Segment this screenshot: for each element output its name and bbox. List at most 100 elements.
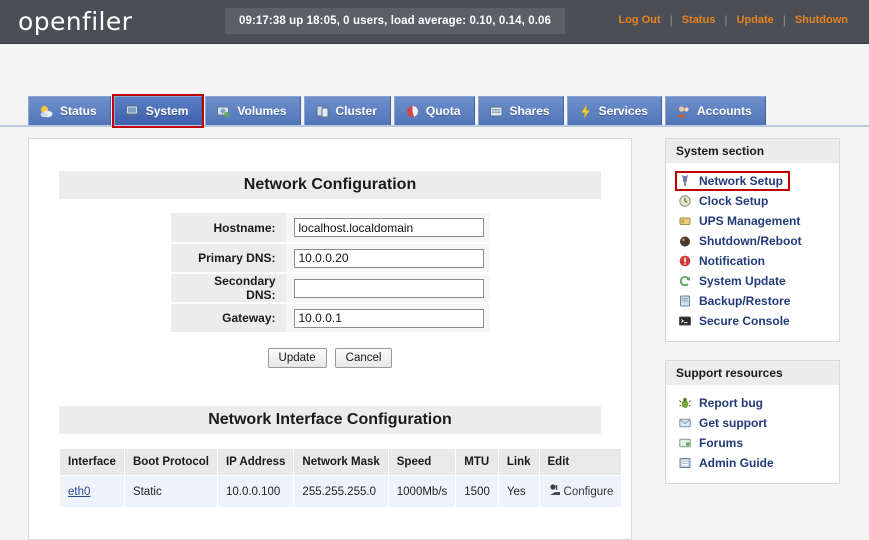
gateway-input[interactable] bbox=[293, 308, 484, 328]
shutdown-link[interactable]: Shutdown bbox=[786, 14, 857, 26]
sidebar-item-forums[interactable]: Forums bbox=[666, 433, 839, 453]
cell-network-mask: 255.255.255.0 bbox=[293, 475, 389, 508]
tab-quota[interactable]: Quota bbox=[393, 96, 475, 125]
plug-icon bbox=[678, 174, 692, 188]
column-link: Link bbox=[497, 448, 540, 476]
hostname-input[interactable] bbox=[293, 218, 484, 237]
bolt-icon bbox=[578, 104, 593, 119]
tab-label: Cluster bbox=[335, 104, 377, 118]
form-row: Gateway: bbox=[170, 303, 490, 334]
system-section-title: System section bbox=[666, 139, 839, 163]
sidebar-item-label: Secure Console bbox=[699, 314, 790, 328]
sidebar-item-label: UPS Management bbox=[699, 214, 801, 228]
cancel-button[interactable]: Cancel bbox=[334, 348, 393, 368]
sidebar-item-label: System Update bbox=[699, 274, 786, 288]
tab-accounts[interactable]: Accounts bbox=[664, 96, 766, 125]
tab-status[interactable]: Status bbox=[28, 96, 111, 125]
column-boot-protocol: Boot Protocol bbox=[123, 448, 218, 476]
monitor-icon bbox=[125, 104, 140, 119]
form-row: Secondary DNS: bbox=[170, 273, 490, 304]
tab-volumes[interactable]: Volumes bbox=[205, 96, 301, 125]
column-edit: Edit bbox=[538, 448, 623, 476]
sidebar-item-notification[interactable]: Notification bbox=[666, 251, 839, 271]
tab-label: Accounts bbox=[696, 104, 752, 118]
folder-share-icon bbox=[489, 104, 504, 119]
network-interface-configuration-title: Network Interface Configuration bbox=[59, 406, 601, 434]
tab-label: Quota bbox=[425, 104, 461, 118]
log-out-link[interactable]: Log Out bbox=[609, 14, 669, 26]
column-ip-address: IP Address bbox=[216, 448, 295, 476]
column-interface: Interface bbox=[59, 448, 125, 476]
sidebar-item-label: Notification bbox=[699, 254, 765, 268]
sidebar-item-label: Clock Setup bbox=[699, 194, 769, 208]
bug-icon bbox=[678, 396, 692, 410]
table-header-row: Interface Boot Protocol IP Address Netwo… bbox=[59, 448, 623, 476]
weather-icon bbox=[39, 104, 54, 119]
cell-link: Yes bbox=[497, 475, 540, 508]
support-resources-panel: Support resources Report bug Get support… bbox=[665, 360, 840, 484]
sidebar-item-label: Forums bbox=[699, 436, 744, 450]
primary-dns-label: Primary DNS: bbox=[170, 243, 286, 274]
book-icon bbox=[678, 456, 692, 470]
update-link[interactable]: Update bbox=[727, 14, 782, 26]
column-speed: Speed bbox=[387, 448, 457, 476]
header-links: Log Out | Status | Update | Shutdown bbox=[609, 13, 857, 27]
secondary-dns-input[interactable] bbox=[293, 278, 484, 298]
tab-system[interactable]: System bbox=[111, 94, 205, 128]
app-header: openfiler 09:17:38 up 18:05, 0 users, lo… bbox=[0, 0, 869, 44]
column-network-mask: Network Mask bbox=[293, 448, 389, 476]
tab-shares[interactable]: Shares bbox=[477, 96, 564, 125]
tab-cluster[interactable]: Cluster bbox=[303, 96, 391, 125]
tab-label: Volumes bbox=[237, 104, 287, 118]
form-buttons: Update Cancel bbox=[29, 348, 631, 368]
sidebar-item-system-update[interactable]: System Update bbox=[666, 271, 839, 291]
sidebar-item-report-bug[interactable]: Report bug bbox=[666, 393, 839, 413]
power-icon bbox=[678, 234, 692, 248]
sidebar-item-network-setup[interactable]: Network Setup bbox=[666, 171, 839, 191]
tab-label: System bbox=[145, 104, 189, 118]
primary-dns-input[interactable] bbox=[293, 248, 484, 268]
main-content-panel: Network Configuration Hostname: Primary … bbox=[28, 138, 632, 540]
sidebar-item-get-support[interactable]: Get support bbox=[666, 413, 839, 433]
sidebar-item-secure-console[interactable]: Secure Console bbox=[666, 311, 839, 331]
configure-icon bbox=[548, 483, 562, 500]
sidebar-item-label: Report bug bbox=[699, 396, 763, 410]
cell-mtu: 1500 bbox=[455, 475, 499, 508]
sidebar-item-backup-restore[interactable]: Backup/Restore bbox=[666, 291, 839, 311]
interface-link-eth0[interactable]: eth0 bbox=[68, 486, 90, 498]
column-mtu: MTU bbox=[455, 448, 499, 476]
sidebar-item-ups-management[interactable]: UPS Management bbox=[666, 211, 839, 231]
cell-speed: 1000Mb/s bbox=[387, 475, 457, 508]
tab-label: Shares bbox=[509, 104, 550, 118]
table-row: eth0 Static 10.0.0.100 255.255.255.0 100… bbox=[59, 475, 623, 508]
system-section-panel: System section Network Setup Clock Setup bbox=[665, 138, 840, 342]
cluster-icon bbox=[315, 104, 330, 119]
alert-icon bbox=[678, 254, 692, 268]
support-icon bbox=[678, 416, 692, 430]
clock-icon bbox=[678, 194, 692, 208]
sidebar-item-admin-guide[interactable]: Admin Guide bbox=[666, 453, 839, 473]
tab-label: Status bbox=[60, 104, 97, 118]
sidebar-item-label: Get support bbox=[699, 416, 767, 430]
form-row: Primary DNS: bbox=[170, 243, 490, 274]
pie-icon bbox=[405, 104, 420, 119]
system-section-items: Network Setup Clock Setup UPS Management bbox=[666, 163, 839, 341]
configure-link[interactable]: Configure bbox=[548, 483, 614, 500]
tab-label: Services bbox=[598, 104, 648, 118]
sidebar-item-label: Backup/Restore bbox=[699, 294, 791, 308]
form-row: Hostname: bbox=[170, 213, 490, 244]
right-sidebar: System section Network Setup Clock Setup bbox=[665, 138, 840, 502]
tab-underline bbox=[0, 125, 869, 127]
gateway-label: Gateway: bbox=[170, 303, 286, 334]
sidebar-item-label: Shutdown/Reboot bbox=[699, 234, 802, 248]
configure-label: Configure bbox=[563, 485, 614, 498]
status-link[interactable]: Status bbox=[673, 14, 725, 26]
network-configuration-title: Network Configuration bbox=[59, 171, 601, 199]
terminal-icon bbox=[678, 314, 692, 328]
disk-icon bbox=[216, 104, 231, 119]
archive-icon bbox=[678, 294, 692, 308]
sidebar-item-clock-setup[interactable]: Clock Setup bbox=[666, 191, 839, 211]
tab-services[interactable]: Services bbox=[566, 96, 662, 125]
sidebar-item-shutdown-reboot[interactable]: Shutdown/Reboot bbox=[666, 231, 839, 251]
update-button[interactable]: Update bbox=[267, 348, 327, 368]
